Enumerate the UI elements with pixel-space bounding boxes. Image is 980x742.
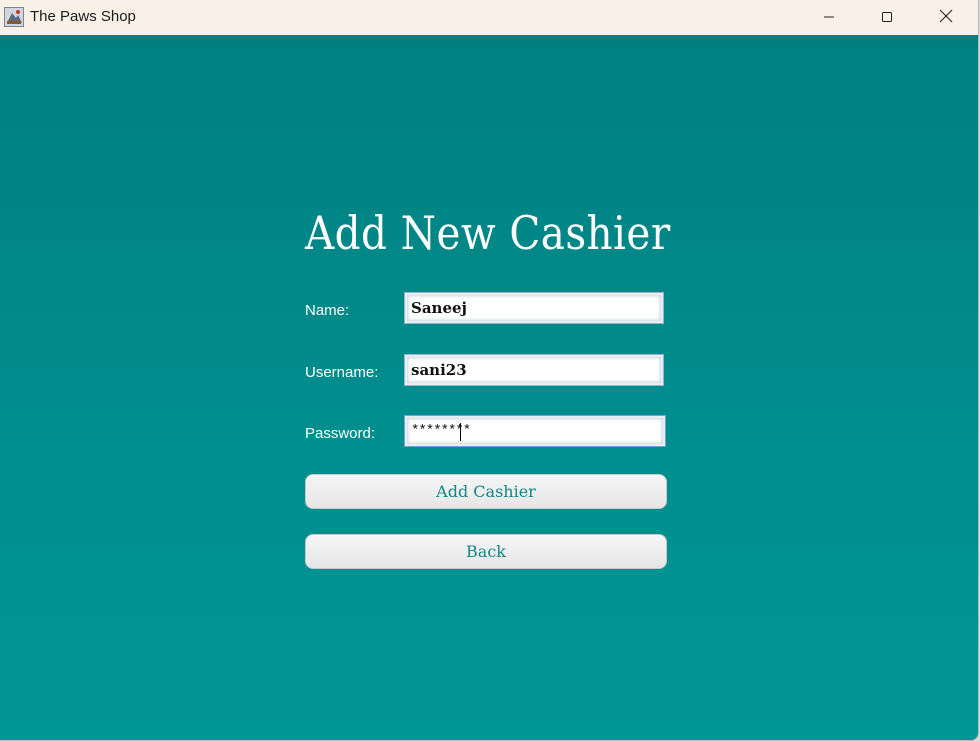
page-title: Add New Cashier — [305, 206, 671, 260]
name-field[interactable] — [404, 292, 664, 324]
password-field[interactable] — [404, 415, 666, 447]
window-title: The Paws Shop — [30, 8, 136, 25]
minimize-icon — [823, 8, 835, 27]
text-caret — [460, 423, 461, 441]
app-window: The Paws Shop Add New Cashier Name: User… — [0, 0, 979, 741]
title-bar[interactable]: The Paws Shop — [0, 0, 978, 34]
add-cashier-button[interactable]: Add Cashier — [305, 474, 667, 509]
close-icon — [939, 8, 953, 27]
close-button[interactable] — [917, 0, 975, 34]
name-label: Name: — [305, 302, 350, 319]
maximize-icon — [881, 8, 893, 27]
maximize-button[interactable] — [858, 0, 916, 34]
paws-shop-app-icon — [4, 7, 24, 27]
username-field[interactable] — [404, 354, 664, 386]
username-label: Username: — [305, 364, 379, 381]
minimize-button[interactable] — [800, 0, 858, 34]
back-button[interactable]: Back — [305, 534, 667, 569]
add-cashier-panel: Add New Cashier Name: Username: Password… — [0, 35, 978, 740]
password-label: Password: — [305, 425, 376, 442]
